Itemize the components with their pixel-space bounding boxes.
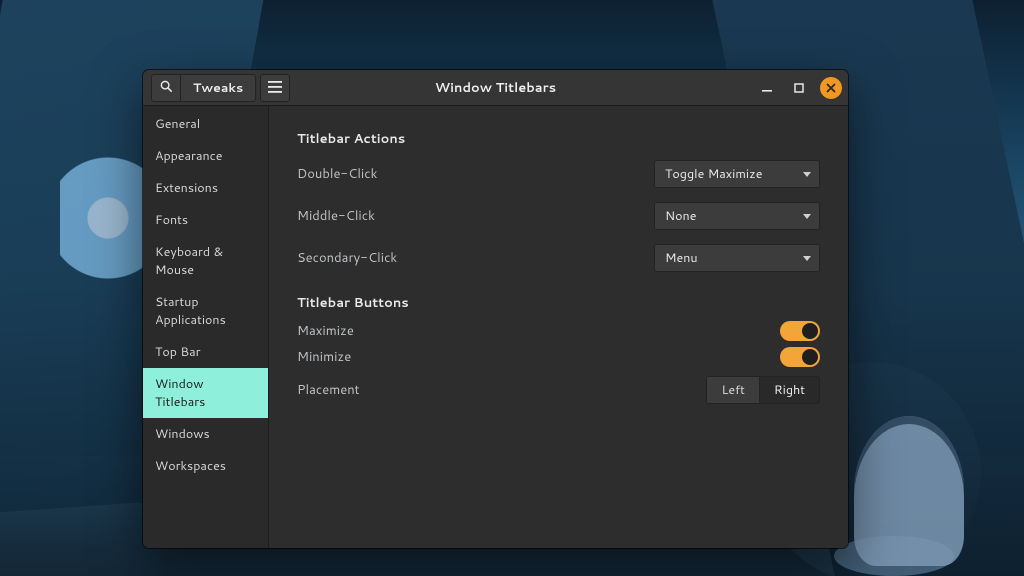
headerbar-right: [756, 77, 848, 99]
chevron-down-icon: [803, 214, 811, 219]
sidebar-item-top-bar[interactable]: Top Bar: [143, 336, 268, 368]
app-title: Tweaks: [180, 74, 256, 102]
window-minimize-button[interactable]: [756, 77, 778, 99]
sidebar-item-windows[interactable]: Windows: [143, 418, 268, 450]
label-middle-click: Middle-Click: [297, 207, 375, 225]
sidebar: General Appearance Extensions Fonts Keyb…: [143, 106, 269, 548]
tweaks-window: Tweaks Window Titlebars: [143, 70, 848, 548]
headerbar: Tweaks Window Titlebars: [143, 70, 848, 106]
placement-option-right[interactable]: Right: [759, 376, 820, 404]
row-double-click: Double-Click Toggle Maximize: [297, 154, 820, 196]
maximize-icon: [794, 76, 804, 99]
section-header-buttons: Titlebar Buttons: [297, 294, 820, 312]
row-placement: Placement Left Right: [297, 370, 820, 412]
row-middle-click: Middle-Click None: [297, 196, 820, 238]
section-header-actions: Titlebar Actions: [297, 130, 820, 148]
window-maximize-button[interactable]: [788, 77, 810, 99]
search-button[interactable]: [151, 74, 181, 102]
row-maximize: Maximize: [297, 318, 820, 344]
sidebar-item-keyboard-mouse[interactable]: Keyboard & Mouse: [143, 236, 268, 286]
label-secondary-click: Secondary-Click: [297, 249, 397, 267]
placement-option-left[interactable]: Left: [706, 376, 758, 404]
dropdown-value: Menu: [665, 249, 698, 267]
dropdown-middle-click[interactable]: None: [654, 202, 820, 230]
headerbar-left: Tweaks: [143, 70, 290, 105]
minimize-icon: [762, 76, 772, 99]
sidebar-item-window-titlebars[interactable]: Window Titlebars: [143, 368, 268, 418]
content-pane: Titlebar Actions Double-Click Toggle Max…: [269, 106, 848, 548]
window-close-button[interactable]: [820, 77, 842, 99]
dropdown-double-click[interactable]: Toggle Maximize: [654, 160, 820, 188]
sidebar-item-fonts[interactable]: Fonts: [143, 204, 268, 236]
window-body: General Appearance Extensions Fonts Keyb…: [143, 106, 848, 548]
label-maximize: Maximize: [297, 322, 354, 340]
dropdown-secondary-click[interactable]: Menu: [654, 244, 820, 272]
sidebar-item-general[interactable]: General: [143, 108, 268, 140]
label-placement: Placement: [297, 381, 360, 399]
switch-knob: [802, 349, 818, 365]
dropdown-value: Toggle Maximize: [665, 165, 762, 183]
segmented-placement: Left Right: [706, 376, 820, 404]
close-icon: [826, 83, 836, 93]
row-minimize: Minimize: [297, 344, 820, 370]
label-minimize: Minimize: [297, 348, 351, 366]
headerbar-left-group: Tweaks: [147, 74, 256, 102]
switch-knob: [802, 323, 818, 339]
hamburger-menu-button[interactable]: [260, 74, 290, 102]
label-double-click: Double-Click: [297, 165, 377, 183]
row-secondary-click: Secondary-Click Menu: [297, 238, 820, 280]
sidebar-item-workspaces[interactable]: Workspaces: [143, 450, 268, 482]
switch-minimize[interactable]: [780, 347, 820, 367]
dropdown-value: None: [665, 207, 696, 225]
switch-maximize[interactable]: [780, 321, 820, 341]
sidebar-item-appearance[interactable]: Appearance: [143, 140, 268, 172]
search-icon: [159, 76, 173, 99]
hamburger-icon: [268, 76, 282, 99]
chevron-down-icon: [803, 256, 811, 261]
sidebar-item-startup-applications[interactable]: Startup Applications: [143, 286, 268, 336]
sidebar-item-extensions[interactable]: Extensions: [143, 172, 268, 204]
chevron-down-icon: [803, 172, 811, 177]
